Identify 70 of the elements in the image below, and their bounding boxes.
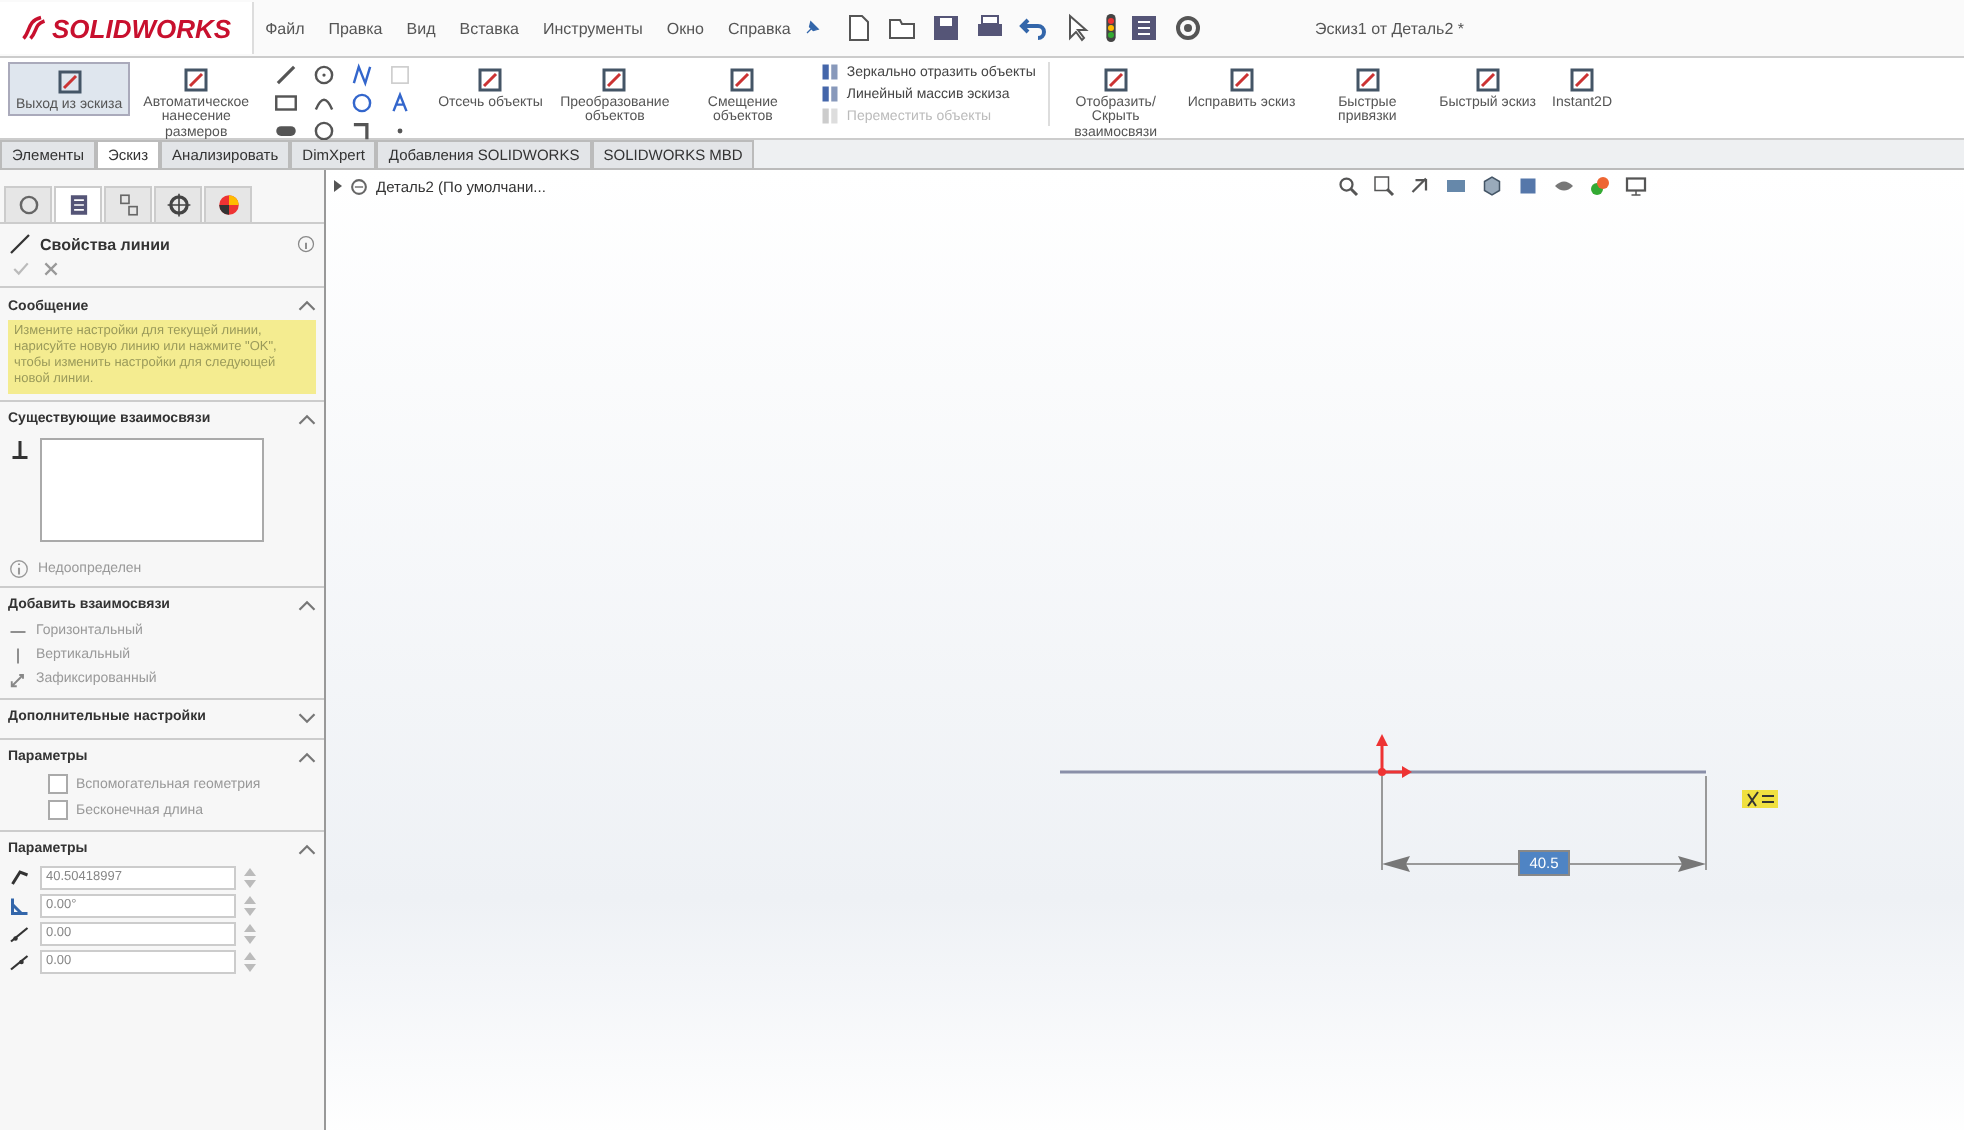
settings-icon bbox=[1172, 12, 1205, 44]
menu-item[interactable]: Вид bbox=[394, 19, 448, 37]
chevron-icon[interactable] bbox=[298, 300, 316, 312]
section-view-icon bbox=[1444, 174, 1468, 198]
display-style-icon bbox=[1516, 174, 1540, 198]
save-icon bbox=[930, 12, 963, 44]
view-orientation-icon bbox=[1480, 174, 1504, 198]
start-x-icon bbox=[8, 921, 32, 945]
part-icon bbox=[348, 175, 370, 197]
help-icon bbox=[296, 234, 316, 254]
tool-icon bbox=[820, 106, 841, 126]
tool-icon bbox=[598, 64, 631, 96]
chevron-icon[interactable] bbox=[298, 711, 316, 723]
zoom-area-icon bbox=[1372, 174, 1396, 198]
pin-icon bbox=[802, 18, 823, 38]
panel-title: Свойства линии bbox=[40, 235, 172, 253]
chevron-icon[interactable] bbox=[298, 843, 316, 855]
start-y-icon bbox=[8, 949, 32, 973]
sketch-line[interactable] bbox=[1060, 770, 1706, 774]
list-icon bbox=[65, 192, 91, 218]
chevron-icon[interactable] bbox=[298, 413, 316, 425]
tool-icon bbox=[1099, 64, 1132, 96]
traffic-light-icon[interactable] bbox=[1106, 14, 1117, 42]
expand-arrow-icon[interactable] bbox=[334, 180, 342, 192]
app-logo: SOLIDWORKS bbox=[0, 2, 254, 54]
menu-item[interactable]: Файл bbox=[253, 19, 317, 37]
tool-icon bbox=[1351, 64, 1384, 96]
sketch-icon bbox=[15, 192, 41, 218]
angle-icon bbox=[8, 893, 32, 917]
menu-item[interactable]: Справка bbox=[715, 19, 803, 37]
origin-axes-drawing bbox=[1376, 734, 1412, 778]
info-icon bbox=[8, 557, 30, 579]
menu-item[interactable]: Правка bbox=[316, 19, 395, 37]
panel-tab[interactable] bbox=[54, 186, 102, 222]
options-panel-icon bbox=[1128, 12, 1161, 44]
relation-icon bbox=[1742, 790, 1778, 808]
menu-item[interactable]: Инструменты bbox=[530, 19, 655, 37]
tool-icon bbox=[474, 64, 507, 96]
menu-item[interactable]: Вставка bbox=[447, 19, 531, 37]
document-title: Эскиз1 от Деталь2 * bbox=[1315, 19, 1464, 37]
tool-icon bbox=[820, 84, 841, 104]
chevron-icon[interactable] bbox=[298, 751, 316, 763]
chevron-icon[interactable] bbox=[298, 599, 316, 611]
checkbox[interactable] bbox=[48, 774, 68, 794]
tool-icon bbox=[53, 66, 86, 98]
panel-tab[interactable] bbox=[4, 186, 52, 222]
panel-tab[interactable] bbox=[204, 186, 252, 222]
ok-check-icon[interactable] bbox=[12, 260, 30, 278]
layers-icon bbox=[115, 192, 141, 218]
panel-tab[interactable] bbox=[154, 186, 202, 222]
zoom-to-fit-icon bbox=[1336, 174, 1360, 198]
rectangle-icon[interactable] bbox=[270, 90, 303, 116]
tool-icon bbox=[1471, 64, 1504, 96]
crosshair-icon bbox=[165, 192, 191, 218]
tool-icon bbox=[1566, 64, 1599, 96]
monitor-icon bbox=[1624, 174, 1648, 198]
tool-icon bbox=[820, 62, 841, 82]
tool-icon bbox=[1225, 64, 1258, 96]
close-icon[interactable] bbox=[42, 260, 60, 278]
tool-icon bbox=[180, 64, 213, 96]
previous-view-icon bbox=[1408, 174, 1432, 198]
menu-item[interactable]: Окно bbox=[654, 19, 716, 37]
length-icon bbox=[8, 865, 32, 889]
checkbox[interactable] bbox=[48, 800, 68, 820]
tool-icon bbox=[726, 64, 759, 96]
relations-list[interactable] bbox=[40, 437, 264, 541]
line-icon bbox=[8, 232, 32, 256]
color-wheel-icon bbox=[215, 192, 241, 218]
perpendicular-icon bbox=[8, 437, 32, 461]
appearance-icon bbox=[1588, 174, 1612, 198]
